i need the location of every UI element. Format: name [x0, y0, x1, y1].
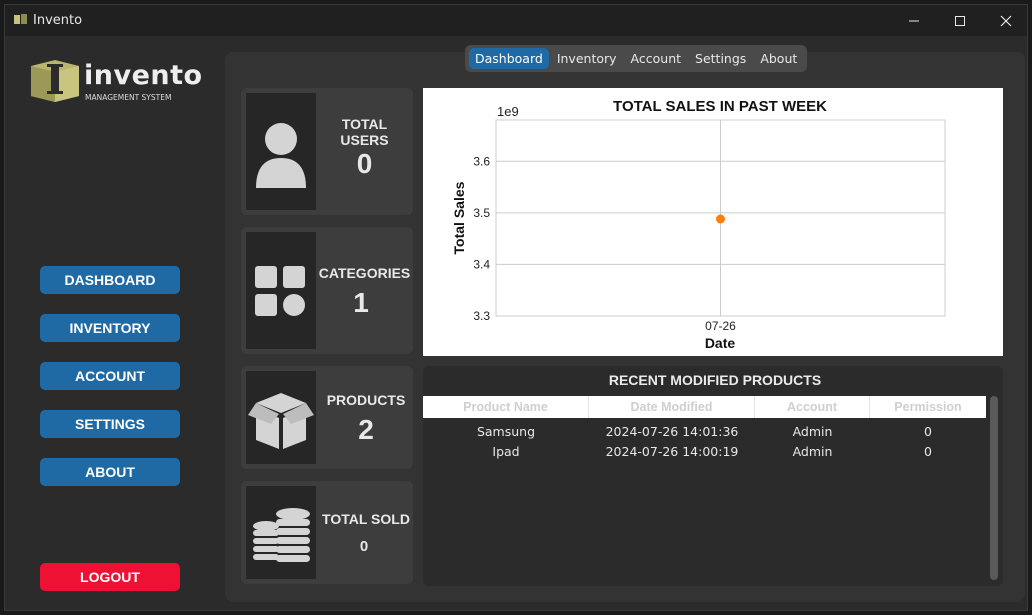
cell-product-name: Ipad	[492, 443, 520, 459]
sales-chart: 3.3 3.4 3.5 3.6 07-26 TOTAL SALES IN PAST WEE…	[451, 98, 946, 351]
tab-inventory[interactable]: Inventory	[551, 48, 623, 69]
column-header-account[interactable]: Account	[755, 396, 870, 418]
y-tick-label: 3.6	[473, 154, 490, 168]
total-users-value: 0	[356, 148, 373, 179]
column-header-date-modified[interactable]: Date Modified	[589, 396, 755, 418]
table-scrollbar[interactable]	[990, 396, 998, 580]
coins-icon-box	[246, 486, 316, 579]
app-icon	[14, 14, 27, 24]
about-button[interactable]: ABOUT	[40, 458, 180, 486]
data-point	[716, 214, 725, 224]
maximize-icon	[955, 15, 965, 26]
cell-permission: 0	[924, 443, 932, 459]
table-header: Product Name Date Modified Account Permi…	[423, 396, 986, 418]
tab-about[interactable]: About	[754, 48, 803, 69]
cell-date-modified: 2024-07-26 14:01:36	[605, 423, 739, 439]
tab-bar: Dashboard Inventory Account Settings Abo…	[465, 45, 808, 72]
total-sold-card: TOTAL SOLD 0	[241, 481, 413, 584]
categories-icon	[255, 266, 305, 316]
minimize-button[interactable]	[891, 5, 937, 36]
close-button[interactable]	[983, 5, 1027, 36]
logout-button-label: LOGOUT	[80, 569, 140, 585]
column-header-permission[interactable]: Permission	[870, 396, 986, 418]
categories-icon-box	[246, 232, 316, 349]
cell-account: Admin	[792, 443, 833, 459]
maximize-button[interactable]	[937, 5, 983, 36]
table-row[interactable]: Ipad 2024-07-26 14:00:19 Admin 0	[423, 441, 986, 461]
categories-card: CATEGORIES 1	[241, 227, 413, 354]
table-row[interactable]: Samsung 2024-07-26 14:01:36 Admin 0	[423, 421, 986, 441]
column-header-product-name[interactable]: Product Name	[423, 396, 589, 418]
cell-date-modified: 2024-07-26 14:00:19	[605, 443, 739, 459]
total-sold-value: 0	[359, 538, 369, 555]
y-tick-label: 3.3	[473, 309, 490, 323]
sidebar: invento MANAGEMENT SYSTEM DASHBOARD INVE…	[5, 36, 215, 610]
y-tick-label: 3.5	[473, 206, 490, 220]
y-axis-label: Total Sales	[451, 181, 467, 254]
tab-settings[interactable]: Settings	[689, 48, 752, 69]
tab-dashboard[interactable]: Dashboard	[469, 48, 549, 69]
sales-chart-panel: 3.3 3.4 3.5 3.6 07-26 TOTAL SALES IN PAST WEE…	[423, 88, 1003, 356]
coins-icon	[253, 508, 310, 562]
logo-wordmark: invento	[84, 60, 203, 91]
products-value: 2	[358, 414, 374, 445]
account-button-label: ACCOUNT	[75, 368, 145, 384]
logo-subtitle: MANAGEMENT SYSTEM	[85, 93, 172, 102]
close-icon	[1000, 15, 1012, 26]
settings-button[interactable]: SETTINGS	[40, 410, 180, 438]
recent-products-panel: RECENT MODIFIED PRODUCTS Product Name Da…	[423, 366, 1003, 586]
products-label: PRODUCTS	[326, 392, 406, 408]
x-axis-label: Date	[705, 335, 736, 351]
invento-logo: invento MANAGEMENT SYSTEM	[29, 58, 202, 108]
cell-product-name: Samsung	[476, 423, 536, 439]
cell-account: Admin	[792, 423, 833, 439]
settings-button-label: SETTINGS	[74, 416, 145, 432]
user-icon	[256, 123, 306, 188]
cell-permission: 0	[924, 423, 932, 439]
products-card: PRODUCTS 2	[241, 366, 413, 469]
inventory-button-label: INVENTORY	[69, 320, 151, 336]
tab-account[interactable]: Account	[625, 48, 687, 69]
box-icon	[248, 393, 314, 449]
categories-value: 1	[353, 287, 369, 318]
app-window: Invento invento MANAGEMENT SYSTEM DASHBO…	[4, 4, 1028, 611]
inventory-button[interactable]: INVENTORY	[40, 314, 180, 342]
recent-products-title: RECENT MODIFIED PRODUCTS	[608, 372, 822, 388]
window-title: Invento	[33, 13, 83, 28]
title-bar: Invento	[5, 5, 1027, 36]
y-offset-label: 1e9	[497, 104, 519, 119]
total-users-card: TOTAL USERS 0	[241, 88, 413, 215]
total-users-label: TOTAL USERS	[340, 116, 389, 148]
y-tick-label: 3.4	[473, 257, 490, 271]
categories-label: CATEGORIES	[318, 265, 411, 281]
total-sold-label: TOTAL SOLD	[322, 511, 410, 527]
dashboard-button-label: DASHBOARD	[64, 272, 156, 288]
logo-box-icon	[31, 60, 79, 102]
dashboard-button[interactable]: DASHBOARD	[40, 266, 180, 294]
account-button[interactable]: ACCOUNT	[40, 362, 180, 390]
user-icon-box	[246, 93, 316, 210]
logout-button[interactable]: LOGOUT	[40, 563, 180, 591]
chart-title: TOTAL SALES IN PAST WEEK	[613, 98, 827, 115]
minimize-icon	[909, 20, 919, 21]
about-button-label: ABOUT	[85, 464, 135, 480]
x-tick-label: 07-26	[705, 319, 736, 333]
box-icon-box	[246, 371, 316, 464]
